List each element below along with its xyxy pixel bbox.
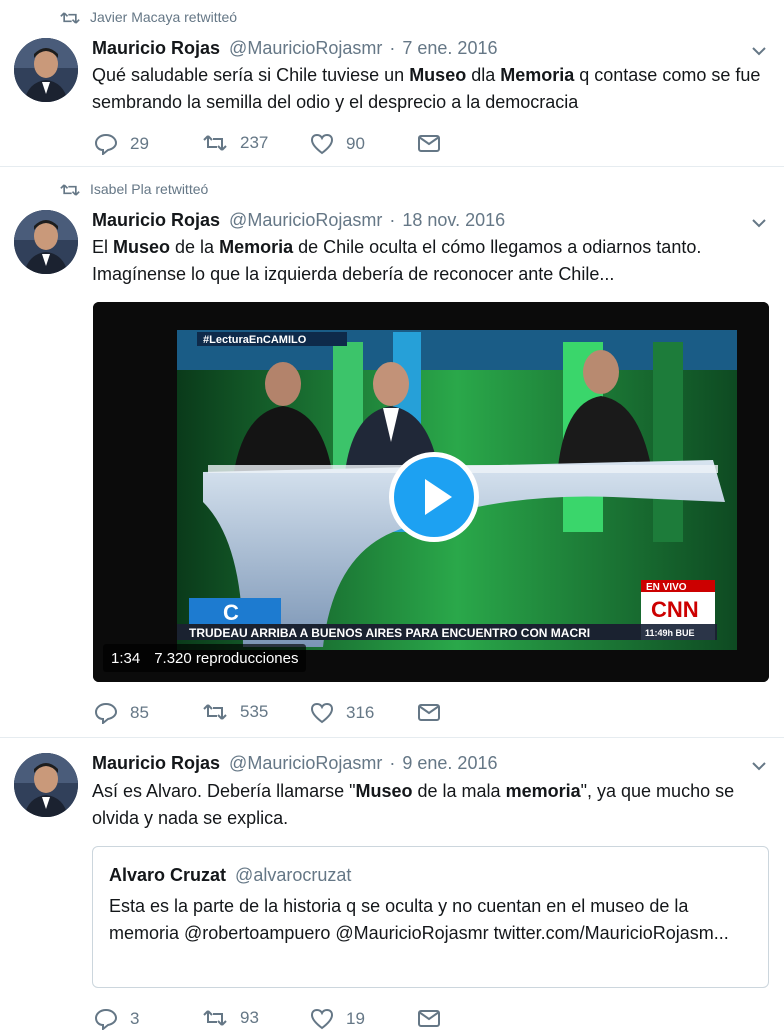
tweet-actions: 3 93 19 [92, 1008, 492, 1032]
highlight-memoria: memoria [505, 781, 581, 801]
like-button[interactable]: 316 [310, 702, 374, 724]
tweet-actions: 29 237 90 [92, 133, 492, 157]
author-name[interactable]: Mauricio Rojas [92, 210, 220, 230]
retweet-icon [203, 1010, 227, 1026]
tweet-header: Mauricio Rojas @MauricioRojasmr · 18 nov… [92, 210, 505, 231]
ticker-clock: 11:49h BUE [645, 628, 695, 638]
reply-button[interactable]: 85 [94, 702, 149, 724]
caret-down-icon[interactable] [750, 757, 768, 775]
avatar[interactable] [14, 38, 78, 102]
news-ticker: TRUDEAU ARRIBA A BUENOS AIRES PARA ENCUE… [189, 626, 590, 640]
play-icon [425, 479, 452, 515]
highlight-memoria: Memoria [219, 237, 294, 257]
caret-down-icon[interactable] [750, 214, 768, 232]
like-icon [310, 702, 334, 724]
text-segment: de la [170, 237, 220, 257]
video-info-bar: 1:34 7.320 reproducciones [103, 644, 307, 672]
retweet-count: 535 [240, 702, 269, 721]
quoted-author-handle[interactable]: @alvarocruzat [235, 865, 351, 885]
text-segment: Así es Alvaro. Debería llamarse " [92, 781, 356, 801]
quoted-text: Esta es la parte de la historia q se ocu… [109, 896, 729, 943]
dm-button[interactable] [417, 1008, 441, 1028]
author-handle[interactable]: @MauricioRojasmr [229, 38, 382, 58]
retweet-icon [203, 704, 227, 720]
live-label: EN VIVO [646, 582, 687, 593]
retweet-button[interactable]: 237 [202, 133, 268, 153]
avatar[interactable] [14, 210, 78, 274]
retweet-icon [60, 184, 80, 196]
play-button[interactable] [389, 452, 479, 542]
quoted-tweet[interactable]: Alvaro Cruzat @alvarocruzat Esta es la p… [92, 846, 769, 988]
reply-icon [94, 1008, 118, 1030]
text-segment: El [92, 237, 114, 257]
tweet-1[interactable]: Javier Macaya retwitteó Mauricio Rojas @… [0, 0, 784, 166]
reply-count: 85 [130, 703, 149, 722]
tweet-text: El Museo de la Memoria de Chile oculta e… [92, 234, 762, 288]
retweet-context: Isabel Pla retwitteó [60, 181, 208, 197]
retweet-icon [60, 12, 80, 24]
dm-icon [418, 704, 440, 721]
video-duration: 1:34 [111, 649, 141, 667]
tweet-actions: 85 535 316 [92, 702, 492, 726]
video-hashtag: #LecturaEnCAMILO [203, 334, 307, 346]
retweet-button[interactable]: 93 [202, 1008, 259, 1028]
separator-dot: · [389, 210, 396, 230]
separator-dot: · [389, 753, 396, 773]
reply-count: 29 [130, 134, 149, 153]
author-name[interactable]: Mauricio Rojas [92, 38, 220, 58]
tweet-header: Mauricio Rojas @MauricioRojasmr · 9 ene.… [92, 753, 497, 774]
text-segment: dla [466, 65, 501, 85]
retweet-count: 93 [240, 1008, 259, 1027]
like-button[interactable]: 90 [310, 133, 365, 155]
author-handle[interactable]: @MauricioRojasmr [229, 210, 382, 230]
caret-down-icon[interactable] [750, 42, 768, 60]
channel-c-logo: C [223, 600, 239, 625]
highlight-museo: Museo [409, 65, 467, 85]
dm-button[interactable] [417, 133, 441, 153]
reply-icon [94, 702, 118, 724]
highlight-museo: Museo [355, 781, 413, 801]
retweet-icon [203, 135, 227, 151]
reply-button[interactable]: 3 [94, 1008, 139, 1030]
like-count: 316 [346, 703, 375, 722]
retweeted-by[interactable]: Javier Macaya retwitteó [90, 9, 237, 25]
tweet-header: Mauricio Rojas @MauricioRojasmr · 7 ene.… [92, 38, 497, 59]
like-count: 90 [346, 134, 365, 153]
like-icon [310, 1008, 334, 1030]
highlight-museo: Museo [113, 237, 171, 257]
highlight-memoria: Memoria [500, 65, 575, 85]
tweet-date[interactable]: 7 ene. 2016 [402, 38, 497, 58]
dm-button[interactable] [417, 702, 441, 722]
like-button[interactable]: 19 [310, 1008, 365, 1030]
author-handle[interactable]: @MauricioRojasmr [229, 753, 382, 773]
tweet-text: Así es Alvaro. Debería llamarse "Museo d… [92, 778, 752, 832]
like-icon [310, 133, 334, 155]
reply-button[interactable]: 29 [94, 133, 149, 155]
tweet-date[interactable]: 18 nov. 2016 [402, 210, 505, 230]
dm-icon [418, 1010, 440, 1027]
video-player[interactable]: #LecturaEnCAMILO EN VIVO CNN C TRUDEAU A… [93, 302, 769, 682]
quoted-author-name[interactable]: Alvaro Cruzat [109, 865, 226, 885]
tweet-text: Qué saludable sería si Chile tuviese un … [92, 62, 762, 116]
reply-icon [94, 133, 118, 155]
separator-dot: · [389, 38, 396, 58]
reply-count: 3 [130, 1009, 140, 1028]
retweeted-by[interactable]: Isabel Pla retwitteó [90, 181, 208, 197]
video-views: 7.320 reproducciones [154, 649, 299, 667]
author-name[interactable]: Mauricio Rojas [92, 753, 220, 773]
like-count: 19 [346, 1009, 365, 1028]
text-segment: Qué saludable sería si Chile tuviese un [92, 65, 410, 85]
retweet-context: Javier Macaya retwitteó [60, 9, 237, 25]
retweet-count: 237 [240, 133, 269, 152]
tweet-date[interactable]: 9 ene. 2016 [402, 753, 497, 773]
avatar[interactable] [14, 753, 78, 817]
dm-icon [418, 135, 440, 152]
network-logo: CNN [651, 597, 699, 622]
quoted-header: Alvaro Cruzat @alvarocruzat [109, 865, 351, 886]
text-segment: de la mala [412, 781, 506, 801]
retweet-button[interactable]: 535 [202, 702, 268, 722]
